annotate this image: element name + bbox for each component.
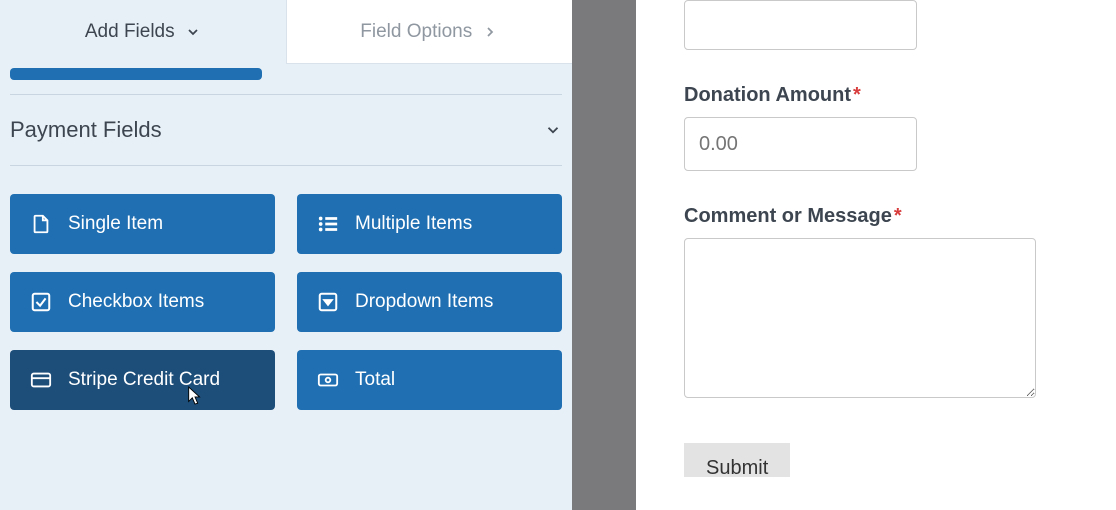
money-icon [317, 369, 339, 391]
dropdown-icon [317, 291, 339, 313]
submit-label: Submit [706, 457, 768, 477]
label-text: Donation Amount [684, 84, 851, 106]
field-label: Checkbox Items [68, 291, 204, 313]
tab-add-fields[interactable]: Add Fields [0, 0, 286, 64]
sidebar: Add Fields Field Options Payment Fields [0, 0, 572, 510]
tab-field-options[interactable]: Field Options [286, 0, 573, 64]
required-asterisk: * [894, 205, 902, 227]
section-title: Payment Fields [10, 117, 162, 143]
field-dropdown-items[interactable]: Dropdown Items [297, 272, 562, 332]
field-label: Stripe Credit Card [68, 369, 220, 391]
field-single-item[interactable]: Single Item [10, 194, 275, 254]
preview-input-blank[interactable] [684, 0, 917, 50]
chevron-right-icon [482, 24, 498, 40]
field-label: Total [355, 369, 395, 391]
required-asterisk: * [853, 84, 861, 106]
chevron-down-icon [185, 24, 201, 40]
credit-card-icon [30, 369, 52, 391]
field-label: Multiple Items [355, 213, 472, 235]
file-icon [30, 213, 52, 235]
tab-add-fields-label: Add Fields [85, 21, 175, 43]
tab-field-options-label: Field Options [360, 21, 472, 43]
checkbox-checked-icon [30, 291, 52, 313]
divider [10, 165, 562, 166]
donation-amount-input[interactable] [684, 117, 917, 171]
field-label: Dropdown Items [355, 291, 493, 313]
field-stripe-credit-card[interactable]: Stripe Credit Card [10, 350, 275, 410]
existing-field-bar[interactable] [10, 68, 262, 80]
list-icon [317, 213, 339, 235]
donation-amount-label: Donation Amount* [684, 84, 1116, 107]
label-text: Comment or Message [684, 205, 892, 227]
form-preview: Donation Amount* Comment or Message* Sub… [636, 0, 1116, 510]
comment-textarea[interactable] [684, 238, 1036, 398]
payment-fields-grid: Single Item Multiple Items Checkbox Item… [10, 194, 562, 410]
gutter [572, 0, 636, 510]
field-multiple-items[interactable]: Multiple Items [297, 194, 562, 254]
section-header-payment-fields[interactable]: Payment Fields [10, 95, 562, 165]
field-label: Single Item [68, 213, 163, 235]
tabs: Add Fields Field Options [0, 0, 572, 64]
panel-body: Payment Fields Single Item Multiple Item… [0, 64, 572, 420]
submit-button[interactable]: Submit [684, 443, 790, 477]
comment-label: Comment or Message* [684, 205, 1116, 228]
chevron-down-icon [544, 121, 562, 139]
field-checkbox-items[interactable]: Checkbox Items [10, 272, 275, 332]
field-total[interactable]: Total [297, 350, 562, 410]
